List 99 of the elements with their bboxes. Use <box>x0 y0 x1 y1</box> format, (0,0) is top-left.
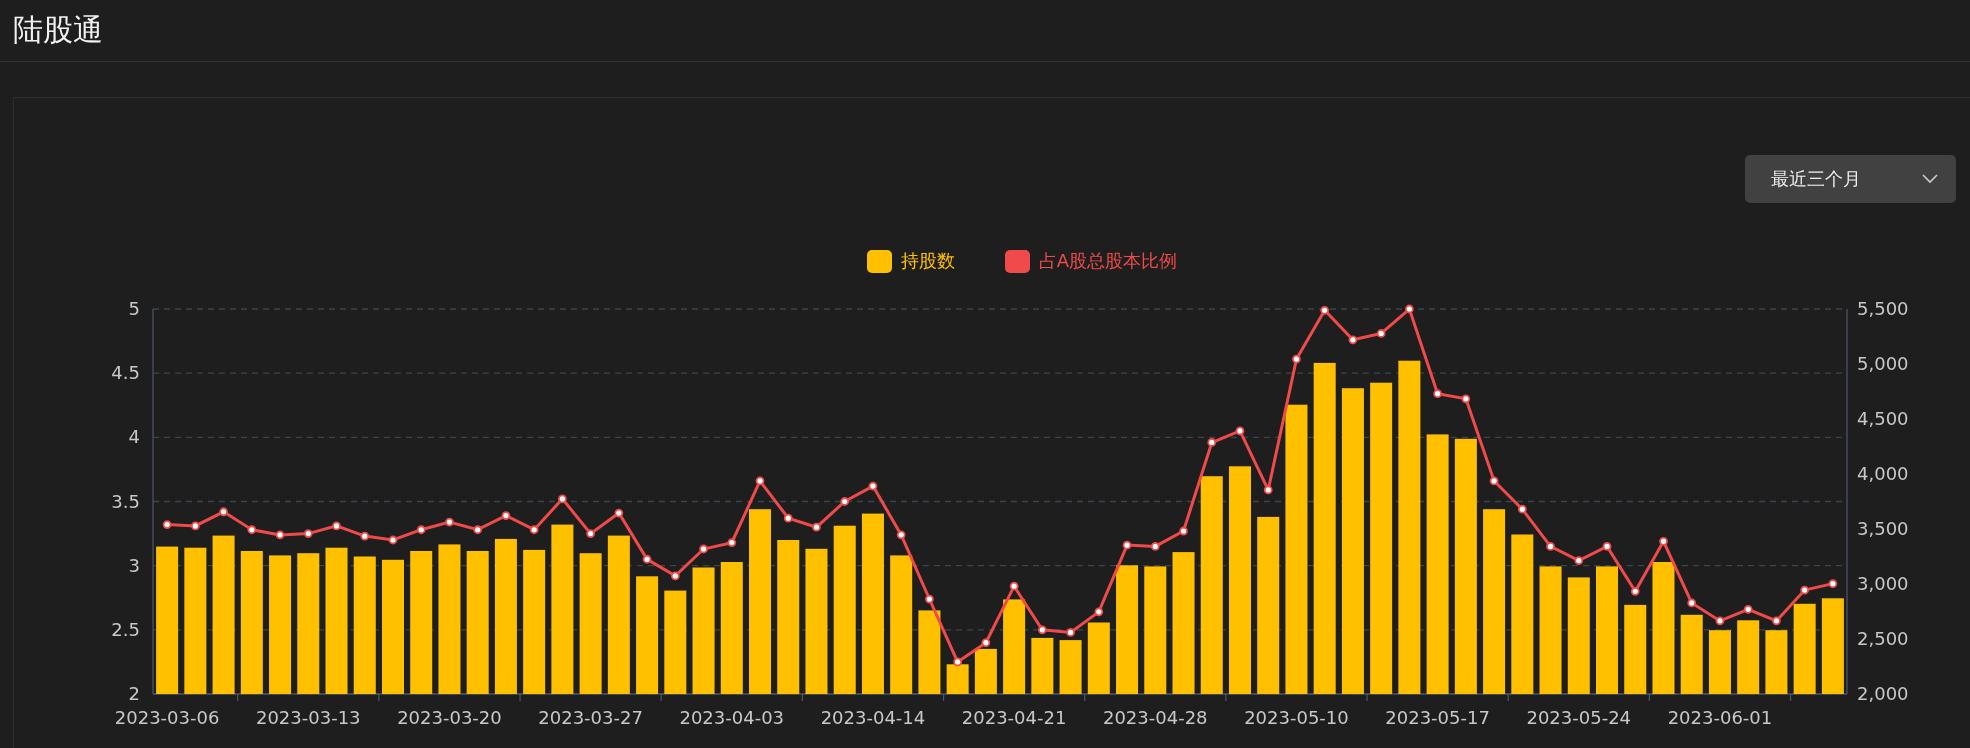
axis-tick-label: 3,000 <box>1857 573 1909 594</box>
data-point <box>1461 394 1471 404</box>
axis-tick-label: 4 <box>128 426 140 448</box>
axis-tick-label: 2,500 <box>1857 628 1909 649</box>
data-point <box>1037 625 1047 635</box>
data-point <box>445 517 454 527</box>
axis-tick-label: 2023-04-21 <box>961 707 1067 728</box>
axis-tick-label: 2023-03-06 <box>114 707 220 728</box>
data-point <box>727 538 737 547</box>
data-point <box>247 525 257 535</box>
axis-tick-label: 5,000 <box>1857 353 1909 374</box>
axis-tick-label: 2023-03-20 <box>397 707 502 728</box>
bar <box>974 648 997 694</box>
data-point <box>614 508 624 518</box>
data-point <box>1546 542 1555 551</box>
data-point <box>360 531 370 541</box>
data-point <box>303 529 313 538</box>
bar <box>1087 622 1110 694</box>
legend-item[interactable]: 持股数 <box>866 249 955 273</box>
data-point <box>332 521 341 531</box>
chevron-down-icon <box>1922 174 1938 184</box>
axis-tick-label: 4,000 <box>1857 463 1909 484</box>
data-point <box>953 657 963 667</box>
data-point <box>925 594 934 604</box>
data-point <box>190 521 200 531</box>
data-point <box>1292 354 1301 364</box>
legend-item[interactable]: 占A股总股本比例 <box>1004 249 1178 273</box>
bar <box>946 664 969 694</box>
axis-tick-label: 3.5 <box>111 490 140 512</box>
data-point <box>1828 579 1838 589</box>
axis-tick-label: 2023-05-24 <box>1526 707 1632 728</box>
data-point <box>1687 598 1697 608</box>
axis-tick-label: 2023-06-01 <box>1667 707 1773 728</box>
data-point <box>586 529 595 538</box>
axis-tick-label: 2023-05-10 <box>1244 707 1349 728</box>
data-point <box>1602 542 1612 551</box>
data-point <box>1235 426 1245 436</box>
bar <box>1765 630 1788 694</box>
data-point <box>1207 438 1217 447</box>
axis-tick-label: 2023-03-27 <box>538 707 643 728</box>
axis-tick-label: 2023-04-14 <box>820 707 926 728</box>
data-point <box>162 520 172 529</box>
axis-tick-label: 2.5 <box>111 618 140 640</box>
axis-tick-label: 5,500 <box>1857 298 1909 319</box>
data-point <box>473 525 483 535</box>
data-point <box>1659 536 1668 546</box>
data-point <box>1433 389 1442 399</box>
axis-tick-label: 3,500 <box>1857 518 1909 539</box>
data-point <box>1517 504 1527 514</box>
data-point <box>1348 335 1358 345</box>
data-point <box>755 476 765 486</box>
data-point <box>1066 628 1075 637</box>
data-point <box>896 530 906 540</box>
data-point <box>416 525 426 535</box>
page-title: 陆股通 <box>13 11 103 49</box>
bar <box>1059 640 1082 694</box>
data-point <box>642 554 652 564</box>
axis-tick-label: 4.5 <box>111 362 140 384</box>
data-point <box>1320 305 1330 315</box>
data-point <box>1009 581 1019 591</box>
data-point <box>1800 585 1810 595</box>
data-point <box>529 525 539 535</box>
data-point <box>1376 329 1386 338</box>
data-point <box>219 507 228 517</box>
data-point <box>670 571 680 581</box>
axis-tick-label: 2023-04-03 <box>679 707 785 728</box>
axis-tick-label: 3 <box>128 554 140 576</box>
axis-tick-label: 5 <box>128 298 140 319</box>
data-point <box>812 522 821 532</box>
axis-tick-label: 2 <box>128 683 140 704</box>
data-point <box>275 530 285 540</box>
data-point <box>783 513 793 523</box>
data-point <box>388 535 398 545</box>
data-point <box>1094 607 1104 617</box>
axis-tick-label: 4,500 <box>1857 408 1909 429</box>
data-point <box>981 638 991 648</box>
data-point <box>1179 526 1188 536</box>
axis-tick-label: 2023-05-17 <box>1385 707 1490 728</box>
data-point <box>1263 485 1273 495</box>
bar <box>1031 637 1054 694</box>
data-point <box>1630 586 1640 596</box>
data-point <box>868 481 878 491</box>
data-point <box>1772 616 1781 626</box>
data-point <box>1150 542 1160 551</box>
data-point <box>1574 556 1584 565</box>
bar <box>1708 630 1731 694</box>
data-point <box>1743 604 1753 614</box>
data-point <box>1715 616 1725 626</box>
axis-tick-label: 2,000 <box>1857 683 1909 704</box>
range-dropdown[interactable]: 最近三个月 <box>1745 155 1956 203</box>
data-point <box>699 544 708 554</box>
data-point <box>1405 304 1414 314</box>
axis-tick-label: 2023-03-13 <box>256 707 361 728</box>
data-point <box>840 497 850 506</box>
data-point <box>558 494 567 504</box>
axis-tick-label: 2023-04-28 <box>1103 707 1208 728</box>
data-point <box>1122 540 1132 550</box>
data-point <box>501 511 511 520</box>
data-point <box>1489 476 1499 486</box>
